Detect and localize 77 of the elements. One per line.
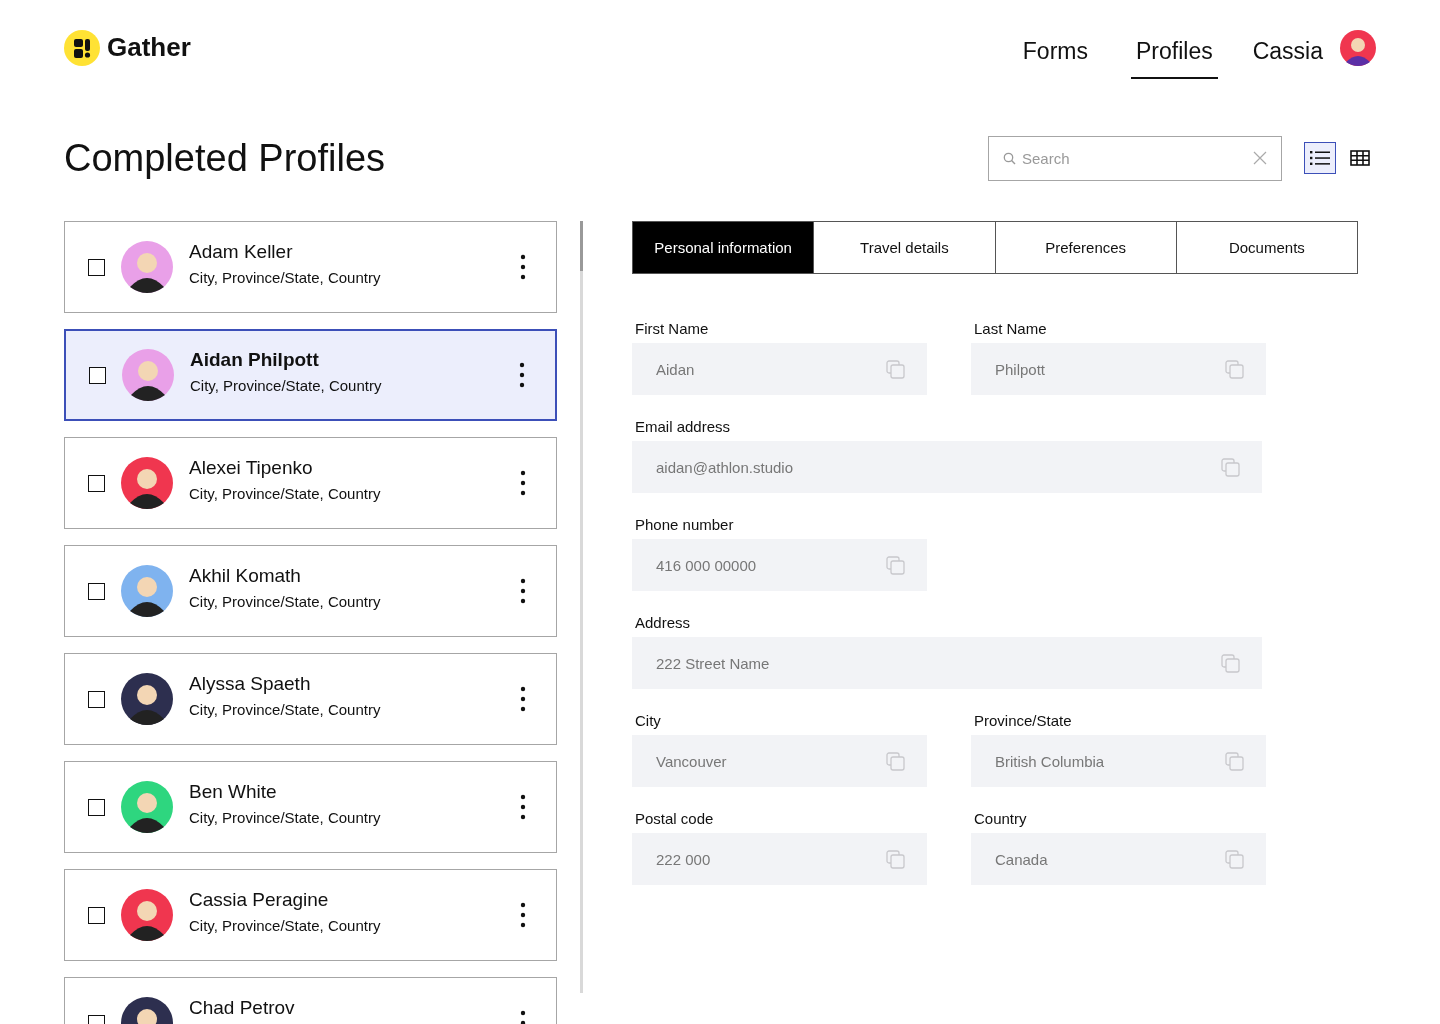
nav-link[interactable]: Forms <box>1017 28 1093 79</box>
scrollbar[interactable] <box>580 221 583 993</box>
checkbox[interactable] <box>88 798 105 816</box>
person-silhouette <box>130 469 164 509</box>
checkbox[interactable] <box>88 906 105 924</box>
profile-name: Alyssa Spaeth <box>189 673 312 695</box>
field-label: Province/State <box>973 712 1073 729</box>
profile-card[interactable]: Akhil Komath City, Province/State, Country <box>64 545 557 637</box>
user-name[interactable]: Cassia <box>1247 28 1328 79</box>
profile-location: City, Province/State, Country <box>189 917 382 934</box>
profile-name: Ben White <box>189 781 278 803</box>
profile-name: Chad Petrov <box>189 997 296 1019</box>
profile-location: City, Province/State, Country <box>190 377 383 394</box>
more-icon[interactable] <box>520 902 526 928</box>
profile-location: City, Province/State, Country <box>189 485 382 502</box>
profile-card[interactable]: Alyssa Spaeth City, Province/State, Country <box>64 653 557 745</box>
search-field[interactable]: Search <box>988 135 1282 181</box>
more-icon[interactable] <box>520 794 526 820</box>
input-field[interactable]: Aidan <box>632 343 927 395</box>
tab[interactable]: Personal information <box>633 222 814 273</box>
user-avatar[interactable] <box>1340 29 1376 66</box>
profile-card[interactable]: Cassia Peragine City, Province/State, Country <box>64 869 557 961</box>
person-silhouette <box>130 793 164 833</box>
search-icon <box>1003 151 1016 165</box>
brand-name: Gather <box>107 32 191 63</box>
list-view-button[interactable] <box>1304 142 1336 174</box>
field-label: Email address <box>634 418 732 435</box>
person-silhouette <box>130 685 164 725</box>
more-icon[interactable] <box>520 578 526 604</box>
checkbox[interactable] <box>88 474 105 492</box>
profile-name: Akhil Komath <box>189 565 302 587</box>
person-silhouette <box>137 1009 157 1024</box>
input-field[interactable]: Canada <box>971 833 1266 885</box>
more-icon[interactable] <box>519 362 525 388</box>
person-silhouette <box>131 361 165 401</box>
checkbox[interactable] <box>89 366 106 384</box>
checkbox[interactable] <box>88 582 105 600</box>
person-silhouette <box>130 253 164 293</box>
profile-card[interactable]: Aidan Philpott City, Province/State, Country <box>64 329 557 421</box>
checkbox[interactable] <box>88 258 105 276</box>
person-silhouette <box>130 577 164 617</box>
input-field[interactable]: aidan@athlon.studio <box>632 441 1262 493</box>
field-label: Country <box>973 810 1028 827</box>
profile-name: Alexei Tipenko <box>189 457 314 479</box>
input-field[interactable]: 222 000 <box>632 833 927 885</box>
input-field[interactable]: 222 Street Name <box>632 637 1262 689</box>
input-field[interactable]: Philpott <box>971 343 1266 395</box>
field-label: Phone number <box>634 516 735 533</box>
profile-name: Aidan Philpott <box>190 349 320 371</box>
logo-icon <box>64 29 100 66</box>
nav-link[interactable]: Profiles <box>1131 28 1218 79</box>
grid-icon <box>1350 150 1370 166</box>
field-label: City <box>634 712 662 729</box>
more-icon[interactable] <box>520 254 526 280</box>
profile-location: City, Province/State, Country <box>189 701 382 718</box>
profile-location: City, Province/State, Country <box>189 593 382 610</box>
more-icon[interactable] <box>520 470 526 496</box>
field-label: Postal code <box>634 810 715 827</box>
input-field[interactable]: Vancouver <box>632 735 927 787</box>
input-field[interactable]: British Columbia <box>971 735 1266 787</box>
field-label: Address <box>634 614 692 631</box>
profile-card[interactable]: Alexei Tipenko City, Province/State, Country <box>64 437 557 529</box>
profile-name: Cassia Peragine <box>189 889 330 911</box>
profile-card[interactable]: Adam Keller City, Province/State, Country <box>64 221 557 313</box>
person-silhouette <box>130 901 164 941</box>
profile-card[interactable]: Ben White City, Province/State, Country <box>64 761 557 853</box>
profile-name: Adam Keller <box>189 241 294 263</box>
field-label: Last Name <box>973 320 1048 337</box>
more-icon[interactable] <box>520 686 526 712</box>
checkbox[interactable] <box>88 690 105 708</box>
input-field[interactable]: 416 000 00000 <box>632 539 927 591</box>
page-title: Completed Profiles <box>64 136 386 180</box>
list-icon <box>1310 150 1330 166</box>
profile-location: City, Province/State, Country <box>189 809 382 826</box>
profile-location: City, Province/State, Country <box>189 269 382 286</box>
field-label: First Name <box>634 320 710 337</box>
profile-card[interactable]: Chad Petrov <box>64 977 557 1024</box>
